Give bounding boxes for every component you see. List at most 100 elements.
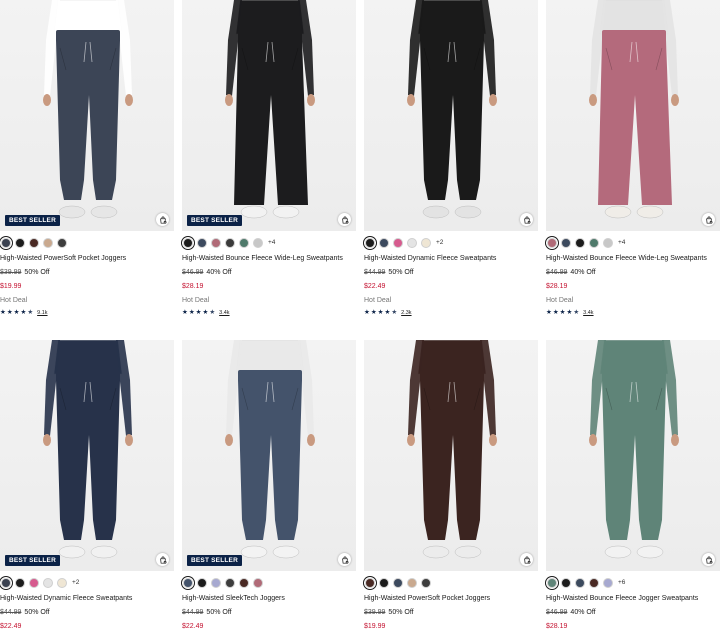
color-swatch[interactable] xyxy=(57,577,67,588)
color-swatch[interactable] xyxy=(253,237,263,248)
add-to-bag-button[interactable] xyxy=(156,213,169,226)
product-name[interactable]: High-Waisted PowerSoft Pocket Joggers xyxy=(364,594,538,603)
add-to-bag-button[interactable] xyxy=(338,553,351,566)
percent-off: 50% Off xyxy=(24,609,50,616)
product-card[interactable]: BEST SELLER +2 High-Waisted Dynamic Flee… xyxy=(0,340,174,631)
model-top xyxy=(417,0,487,35)
sale-price: $19.99 xyxy=(0,283,22,290)
product-image[interactable] xyxy=(546,340,720,571)
product-card[interactable]: BEST SELLER High-Waisted PowerSoft Pocke… xyxy=(0,0,174,317)
color-swatch[interactable] xyxy=(547,237,557,248)
color-swatch[interactable] xyxy=(547,577,557,588)
color-swatch[interactable] xyxy=(393,577,403,588)
review-count-link[interactable]: 3.4k xyxy=(583,309,593,317)
color-swatch[interactable] xyxy=(225,237,235,248)
color-swatch[interactable] xyxy=(589,577,599,588)
color-swatch[interactable] xyxy=(15,577,25,588)
color-swatch[interactable] xyxy=(379,577,389,588)
product-image[interactable]: BEST SELLER xyxy=(0,0,174,231)
color-swatch[interactable] xyxy=(603,237,613,248)
color-swatch[interactable] xyxy=(225,577,235,588)
color-swatch[interactable] xyxy=(15,237,25,248)
product-image[interactable] xyxy=(546,0,720,231)
product-image[interactable] xyxy=(364,340,538,571)
star-icon: ★ xyxy=(364,309,370,316)
add-to-bag-icon xyxy=(523,556,530,564)
percent-off: 40% Off xyxy=(570,609,596,616)
color-swatch[interactable] xyxy=(211,577,221,588)
add-to-bag-button[interactable] xyxy=(156,553,169,566)
color-swatch[interactable] xyxy=(183,577,193,588)
best-seller-badge: BEST SELLER xyxy=(5,555,60,566)
shoe-left xyxy=(604,205,632,219)
product-card[interactable]: +6 High-Waisted Bounce Fleece Jogger Swe… xyxy=(546,340,720,631)
color-swatch[interactable] xyxy=(1,577,11,588)
sale-price: $22.49 xyxy=(0,623,22,630)
product-name[interactable]: High-Waisted Dynamic Fleece Sweatpants xyxy=(364,254,538,263)
color-swatch[interactable] xyxy=(365,577,375,588)
product-name[interactable]: High-Waisted Bounce Fleece Wide-Leg Swea… xyxy=(182,254,356,263)
color-swatch[interactable] xyxy=(239,237,249,248)
more-colors-link[interactable]: +4 xyxy=(268,239,275,246)
color-swatch[interactable] xyxy=(57,237,67,248)
add-to-bag-button[interactable] xyxy=(702,553,715,566)
review-count-link[interactable]: 3.4k xyxy=(219,309,229,317)
color-swatch[interactable] xyxy=(211,237,221,248)
color-swatch[interactable] xyxy=(589,237,599,248)
product-image[interactable] xyxy=(364,0,538,231)
more-colors-link[interactable]: +4 xyxy=(618,239,625,246)
product-name[interactable]: High-Waisted Dynamic Fleece Sweatpants xyxy=(0,594,174,603)
color-swatch[interactable] xyxy=(603,577,613,588)
color-swatch[interactable] xyxy=(1,237,11,248)
product-name[interactable]: High-Waisted Bounce Fleece Wide-Leg Swea… xyxy=(546,254,720,263)
review-count-link[interactable]: 2.3k xyxy=(401,309,411,317)
product-card[interactable]: +2 High-Waisted Dynamic Fleece Sweatpant… xyxy=(364,0,538,317)
color-swatch[interactable] xyxy=(43,237,53,248)
product-card[interactable]: BEST SELLER High-Waisted SleekTech Jogge… xyxy=(182,340,356,631)
more-colors-link[interactable]: +6 xyxy=(618,579,625,586)
color-swatch[interactable] xyxy=(575,577,585,588)
model-hand-right xyxy=(671,94,679,106)
color-swatch[interactable] xyxy=(183,237,193,248)
product-image[interactable]: BEST SELLER xyxy=(0,340,174,571)
add-to-bag-button[interactable] xyxy=(702,213,715,226)
product-card[interactable]: High-Waisted PowerSoft Pocket Joggers $3… xyxy=(364,340,538,631)
color-swatch[interactable] xyxy=(253,577,263,588)
color-swatch[interactable] xyxy=(29,577,39,588)
product-name[interactable]: High-Waisted PowerSoft Pocket Joggers xyxy=(0,254,174,263)
pants-legs xyxy=(56,380,120,540)
color-swatch[interactable] xyxy=(561,237,571,248)
color-swatch[interactable] xyxy=(407,237,417,248)
color-swatch[interactable] xyxy=(407,577,417,588)
add-to-bag-icon xyxy=(523,216,530,224)
product-image[interactable]: BEST SELLER xyxy=(182,0,356,231)
add-to-bag-button[interactable] xyxy=(520,553,533,566)
shoe-left xyxy=(422,205,450,219)
color-swatch[interactable] xyxy=(421,577,431,588)
add-to-bag-button[interactable] xyxy=(338,213,351,226)
color-swatch[interactable] xyxy=(365,237,375,248)
product-name[interactable]: High-Waisted SleekTech Joggers xyxy=(182,594,356,603)
more-colors-link[interactable]: +2 xyxy=(436,239,443,246)
product-card[interactable]: BEST SELLER +4 High-Waisted Bounce Fleec… xyxy=(182,0,356,317)
pants-legs xyxy=(238,380,302,540)
color-swatch[interactable] xyxy=(561,577,571,588)
color-swatch[interactable] xyxy=(575,237,585,248)
deal-label: Hot Deal xyxy=(182,297,210,304)
color-swatch[interactable] xyxy=(393,237,403,248)
color-swatch[interactable] xyxy=(29,237,39,248)
color-swatch[interactable] xyxy=(197,237,207,248)
color-swatch[interactable] xyxy=(239,577,249,588)
product-name[interactable]: High-Waisted Bounce Fleece Jogger Sweatp… xyxy=(546,594,720,603)
review-count-link[interactable]: 9.1k xyxy=(37,309,47,317)
model-hand-left xyxy=(43,434,51,446)
add-to-bag-button[interactable] xyxy=(520,213,533,226)
product-image[interactable]: BEST SELLER xyxy=(182,340,356,571)
color-swatch[interactable] xyxy=(197,577,207,588)
color-swatch[interactable] xyxy=(379,237,389,248)
more-colors-link[interactable]: +2 xyxy=(72,579,79,586)
product-card[interactable]: +4 High-Waisted Bounce Fleece Wide-Leg S… xyxy=(546,0,720,317)
shoe-right xyxy=(636,205,664,219)
color-swatch[interactable] xyxy=(421,237,431,248)
color-swatch[interactable] xyxy=(43,577,53,588)
